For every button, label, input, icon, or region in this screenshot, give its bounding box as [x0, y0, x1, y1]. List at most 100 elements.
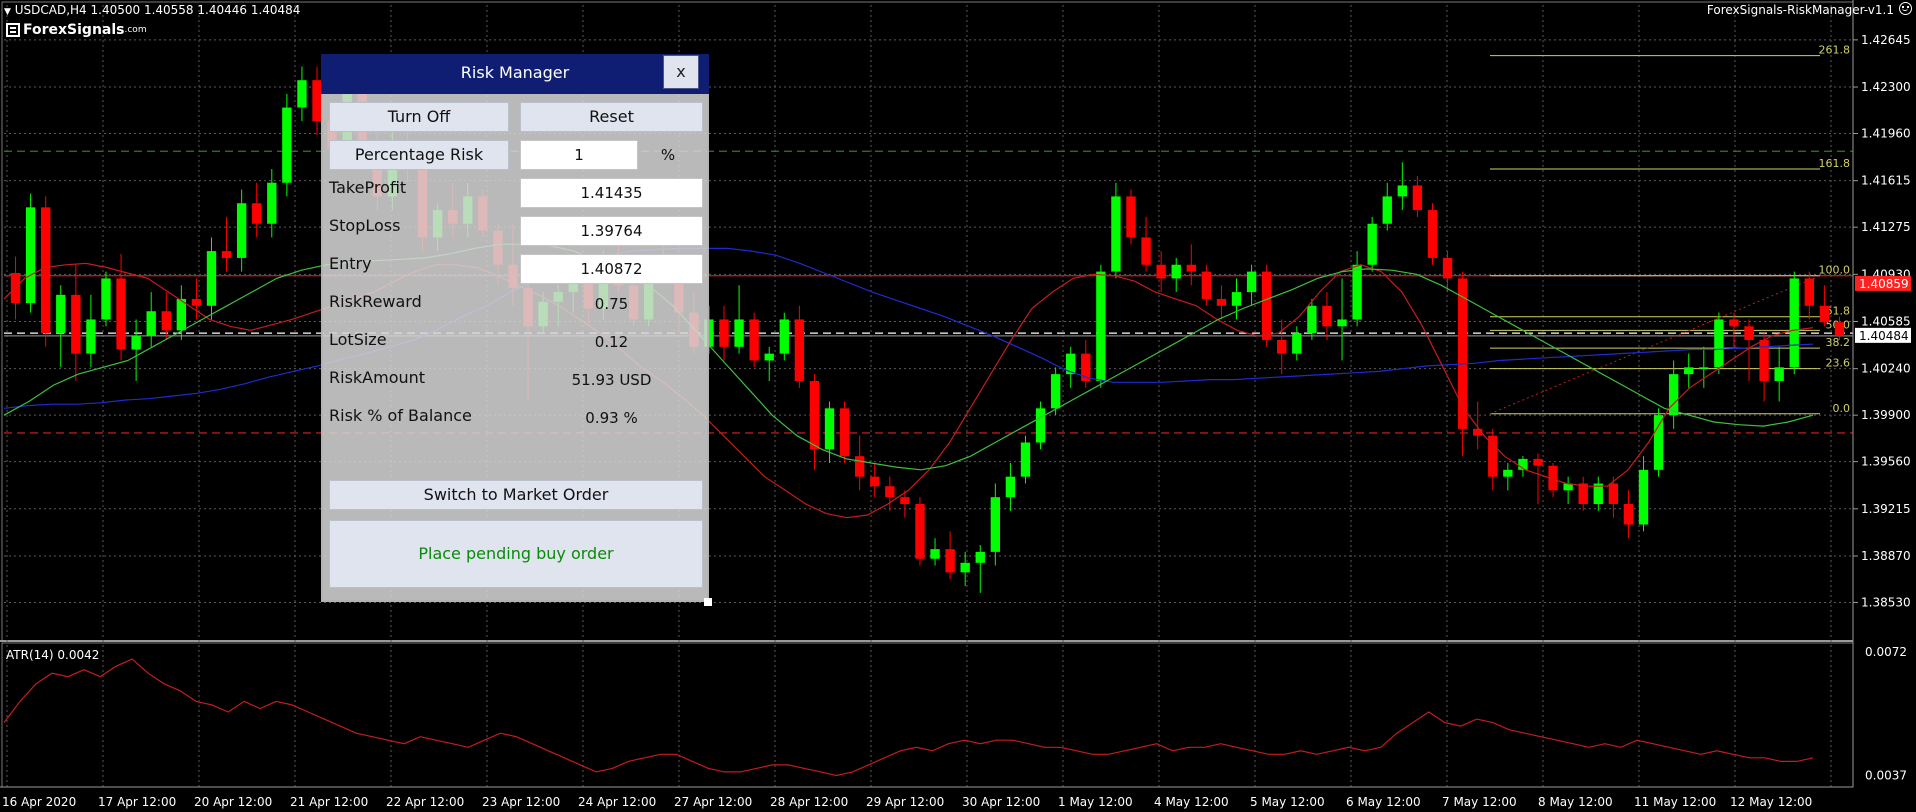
percentage-risk-button[interactable]: Percentage Risk [329, 140, 509, 170]
fib-level-label: 38.2 [1826, 336, 1851, 349]
atr-label: ATR(14) 0.0042 [6, 648, 99, 662]
bearish-candle [1216, 298, 1227, 306]
fib-level-label: 23.6 [1826, 357, 1851, 370]
percent-unit: % [660, 146, 676, 164]
bullish-candle [1382, 196, 1392, 224]
bearish-candle [1186, 264, 1196, 272]
bullish-candle [1653, 415, 1664, 470]
entry-label: Entry [329, 254, 372, 273]
resize-handle[interactable] [704, 598, 712, 606]
bullish-candle [1699, 367, 1709, 369]
bearish-candle [221, 251, 232, 258]
bearish-candle [1322, 305, 1332, 327]
price-tick-label: 1.38870 [1861, 549, 1911, 563]
bullish-candle [1367, 223, 1377, 265]
price-tick-label: 1.42645 [1861, 33, 1911, 47]
bearish-candle [854, 456, 865, 477]
price-tick-label: 1.42300 [1861, 80, 1911, 94]
time-label: 7 May 12:00 [1442, 795, 1517, 809]
bearish-candle [1819, 305, 1830, 323]
reset-button[interactable]: Reset [520, 102, 703, 132]
bullish-candle [25, 207, 36, 304]
bearish-candle [1277, 339, 1287, 354]
bullish-candle [1714, 319, 1724, 368]
place-pending-order-button[interactable]: Place pending buy order [329, 520, 703, 588]
logo-text: ForexSignals [23, 22, 125, 38]
fib-level-label: 161.8 [1819, 157, 1851, 170]
bullish-candle [1638, 469, 1649, 525]
bullish-candle [975, 551, 985, 563]
time-label: 1 May 12:00 [1058, 795, 1133, 809]
bearish-candle [1156, 264, 1166, 279]
bearish-candle [945, 549, 955, 573]
fib-level-label: 61.8 [1826, 305, 1851, 318]
take-profit-label: TakeProfit [329, 178, 407, 197]
stop-loss-label: StopLoss [329, 216, 401, 235]
bearish-candle [1744, 326, 1754, 340]
time-label: 20 Apr 12:00 [194, 795, 272, 809]
bearish-candle [1442, 257, 1453, 279]
lot-size-label: LotSize [329, 330, 387, 349]
time-label: 6 May 12:00 [1346, 795, 1421, 809]
bearish-candle [1412, 185, 1423, 211]
bullish-candle [131, 335, 141, 350]
bearish-candle [1608, 483, 1619, 505]
chart[interactable]: 261.8161.8100.061.850.038.223.60.0 ATR(1… [0, 0, 1916, 812]
bullish-candle [1096, 271, 1106, 381]
bullish-candle [1352, 264, 1362, 320]
triangle-down-icon[interactable]: ▼ [4, 7, 11, 17]
price-tick-label: 1.39900 [1861, 408, 1911, 422]
price-tick-label: 1.41960 [1861, 127, 1911, 141]
logo-icon [6, 23, 20, 37]
switch-to-market-order-button[interactable]: Switch to Market Order [329, 480, 703, 510]
bearish-candle [839, 408, 850, 457]
lot-size-value: 0.12 [594, 333, 629, 351]
bullish-candle [236, 203, 247, 258]
time-label: 27 Apr 12:00 [674, 795, 752, 809]
price-tick-label: 1.39215 [1861, 502, 1911, 516]
bearish-candle [191, 298, 202, 306]
time-label: 4 May 12:00 [1154, 795, 1229, 809]
bearish-candle [915, 504, 925, 559]
bearish-candle [900, 497, 910, 505]
bearish-candle [719, 319, 729, 347]
bearish-candle [885, 486, 895, 498]
bearish-candle [252, 203, 262, 224]
bullish-candle [1337, 319, 1347, 327]
entry-input[interactable]: 1.40872 [520, 254, 703, 284]
risk-pct-balance-label: Risk % of Balance [329, 406, 472, 425]
bullish-candle [1246, 271, 1257, 293]
bullish-candle [930, 549, 940, 559]
take-profit-input[interactable]: 1.41435 [520, 178, 703, 208]
bullish-candle [86, 319, 96, 354]
risk-manager-title-bar[interactable]: Risk Manager x [321, 54, 709, 94]
bullish-candle [764, 353, 774, 361]
bullish-candle [1307, 305, 1317, 334]
logo-suffix: .com [124, 25, 147, 35]
time-label: 8 May 12:00 [1538, 795, 1613, 809]
bearish-candle [1623, 504, 1634, 525]
time-label: 22 Apr 12:00 [386, 795, 464, 809]
price-tag-label: 1.40859 [1859, 277, 1909, 291]
price-tick-label: 1.41275 [1861, 220, 1911, 234]
bearish-candle [1729, 319, 1739, 327]
stop-loss-input[interactable]: 1.39764 [520, 216, 703, 246]
price-tick-label: 1.40585 [1861, 315, 1911, 329]
bearish-candle [1427, 210, 1438, 258]
bullish-candle [176, 298, 187, 331]
risk-manager-panel: Risk Manager x Turn Off Reset Percentage… [321, 54, 712, 606]
time-label: 24 Apr 12:00 [578, 795, 656, 809]
time-label: 21 Apr 12:00 [290, 795, 368, 809]
bullish-candle [734, 319, 744, 347]
risk-manager-body: Turn Off Reset Percentage Risk 1 % TakeP… [321, 94, 709, 602]
bullish-candle [1020, 442, 1031, 477]
percentage-risk-input[interactable]: 1 [520, 140, 638, 170]
turn-off-button[interactable]: Turn Off [329, 102, 509, 132]
bullish-candle [297, 80, 307, 108]
bearish-candle [749, 319, 759, 361]
bullish-candle [1111, 196, 1121, 272]
fib-level-label: 261.8 [1819, 44, 1851, 57]
close-button[interactable]: x [663, 55, 699, 89]
bullish-candle [267, 182, 277, 224]
time-label: 12 May 12:00 [1730, 795, 1812, 809]
